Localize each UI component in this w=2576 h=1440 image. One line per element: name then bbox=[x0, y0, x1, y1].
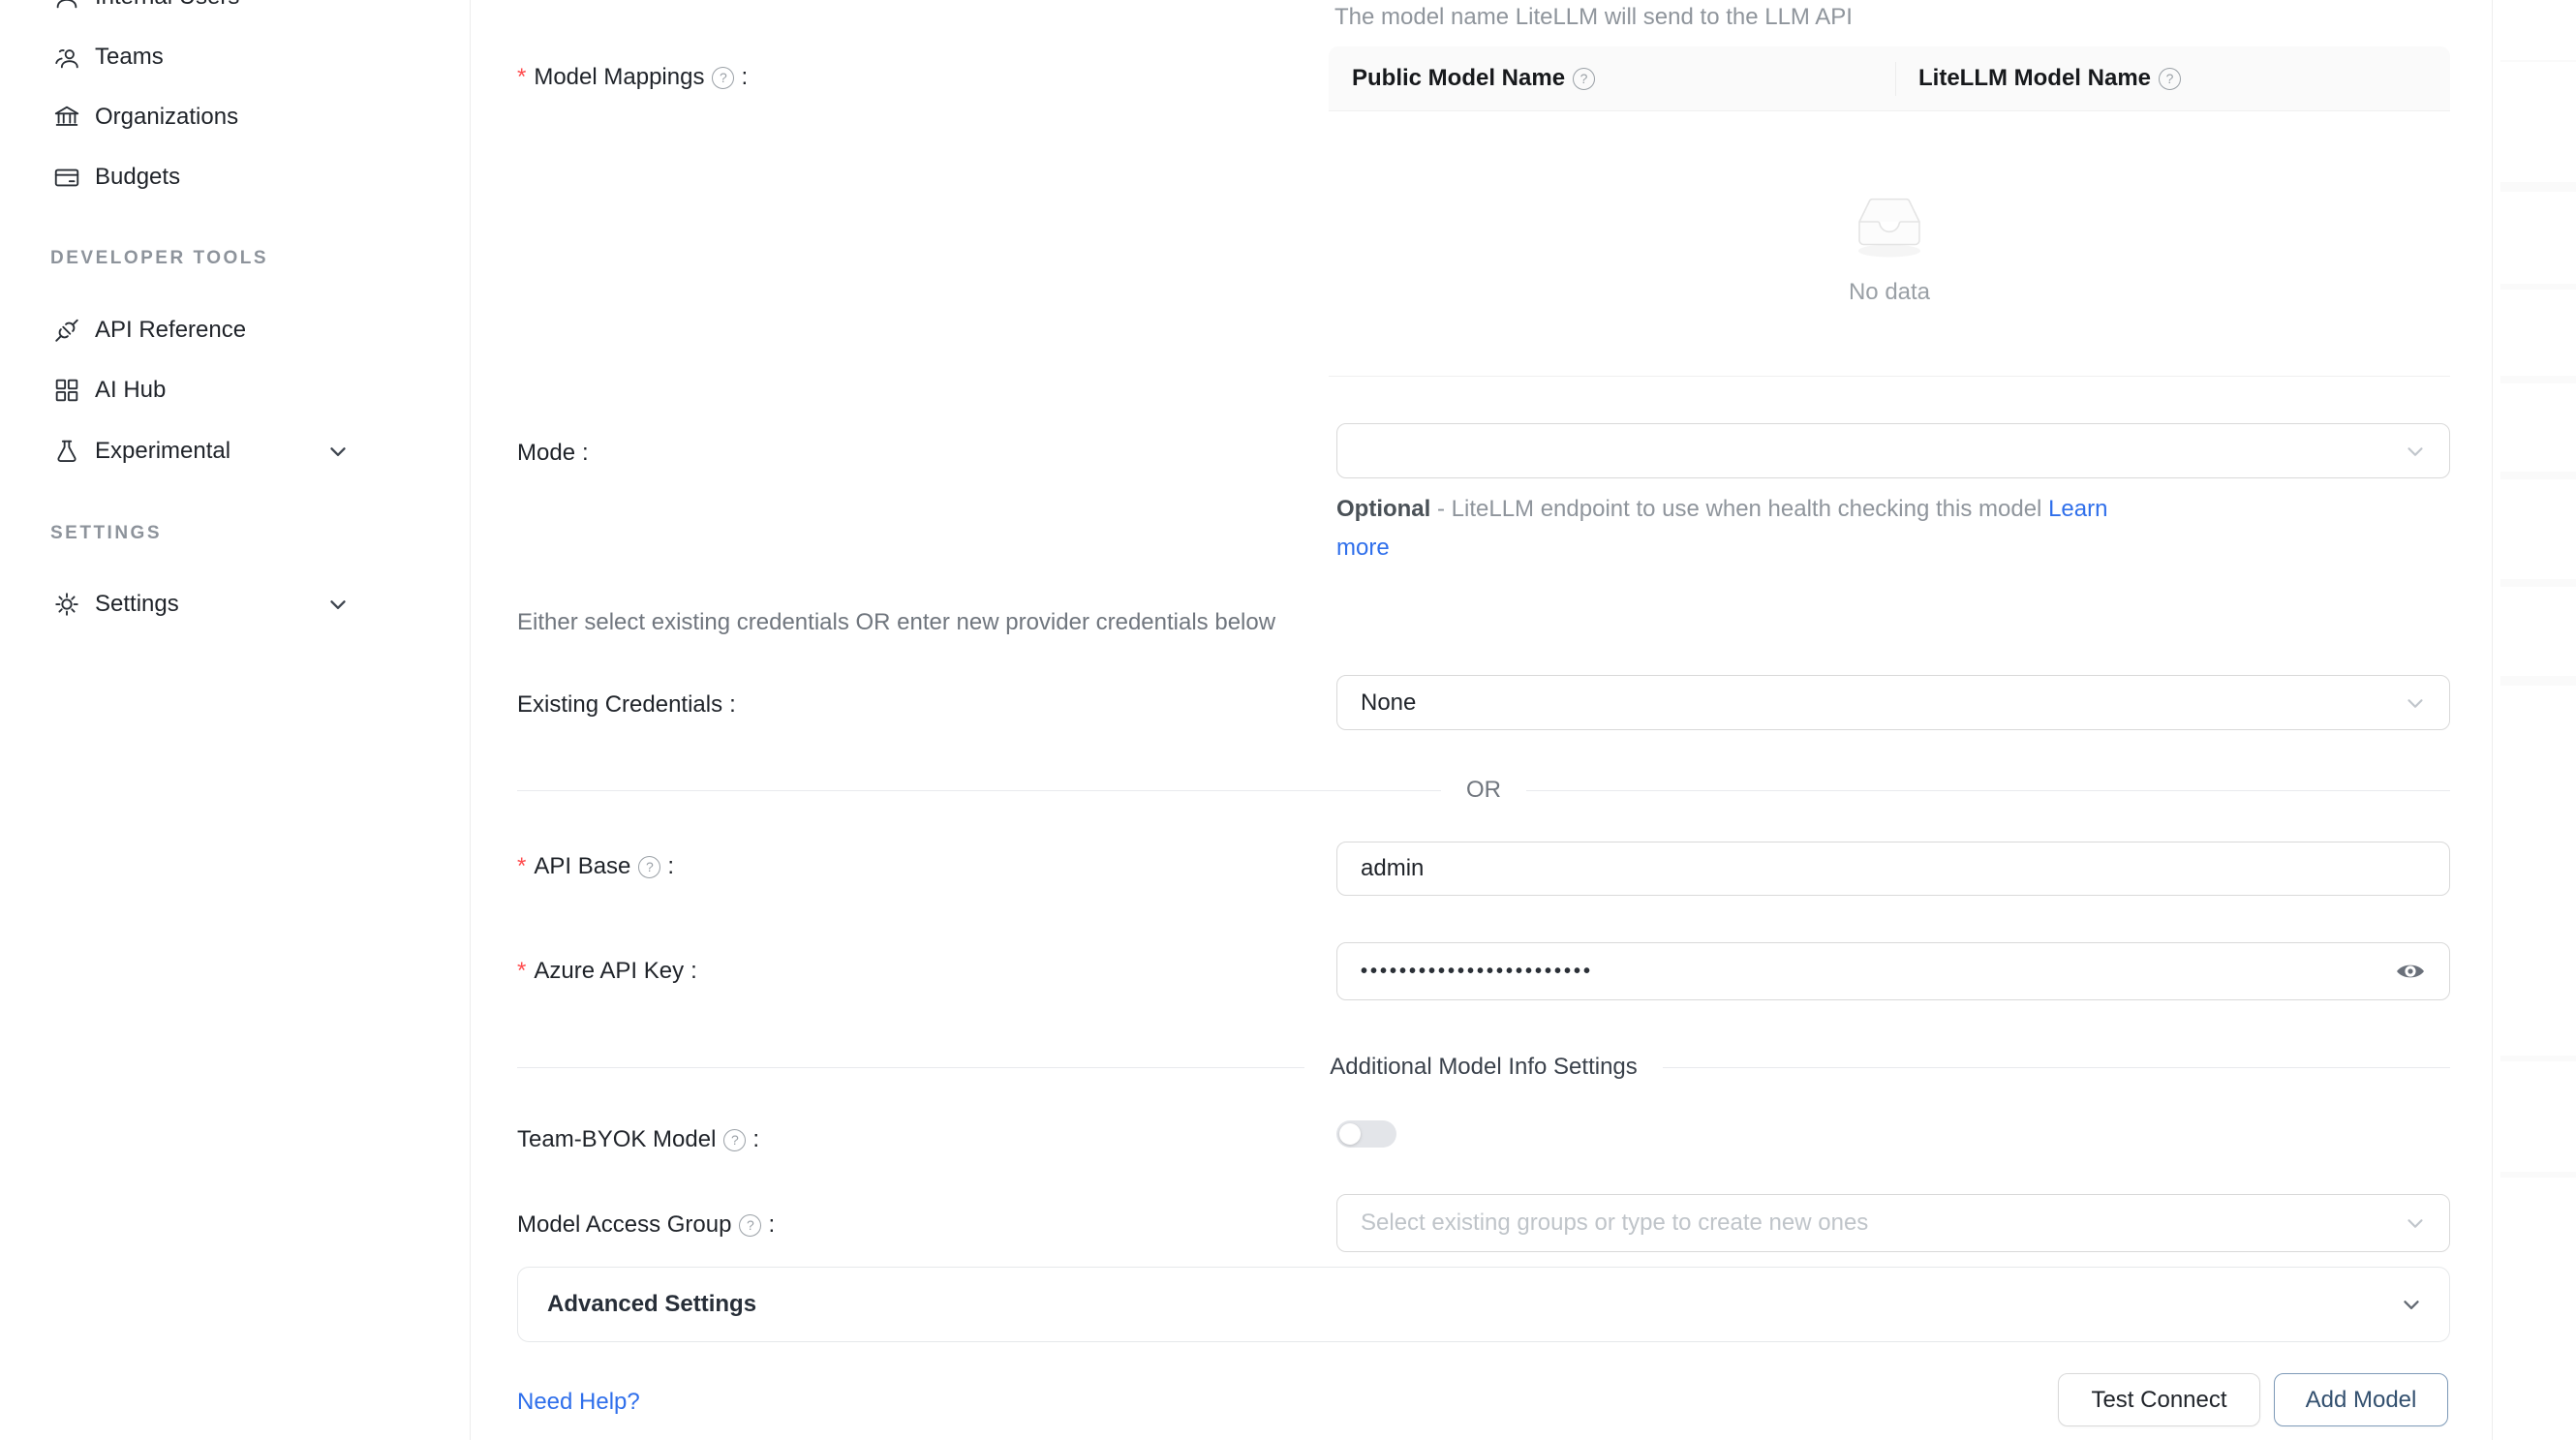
sidebar-item-label: Experimental bbox=[95, 438, 230, 465]
credit-card-icon bbox=[50, 161, 83, 194]
question-circle-icon[interactable]: ? bbox=[1573, 68, 1595, 90]
need-help-link[interactable]: Need Help? bbox=[517, 1389, 640, 1416]
sidebar-item-api-reference[interactable]: API Reference bbox=[0, 300, 471, 360]
bank-icon bbox=[50, 101, 83, 134]
sidebar-item-label: Budgets bbox=[95, 164, 180, 191]
table-header-public-model-name: Public Model Name ? bbox=[1329, 46, 1895, 110]
sidebar-item-organizations[interactable]: Organizations bbox=[0, 87, 471, 147]
learn-more-link[interactable]: more bbox=[1336, 535, 1390, 561]
required-asterisk: * bbox=[517, 958, 526, 985]
model-name-helper-text: The model name LiteLLM will send to the … bbox=[1334, 4, 1853, 31]
required-asterisk: * bbox=[517, 853, 526, 880]
mode-label: Mode : bbox=[517, 438, 589, 469]
required-asterisk: * bbox=[517, 64, 526, 91]
eye-icon[interactable] bbox=[2395, 959, 2428, 984]
azure-api-key-label: * Azure API Key : bbox=[517, 956, 697, 987]
chevron-down-icon bbox=[325, 439, 351, 464]
model-access-group-placeholder: Select existing groups or type to create… bbox=[1361, 1210, 1868, 1237]
or-divider: OR bbox=[517, 778, 2450, 803]
model-access-group-label: Model Access Group ? : bbox=[517, 1210, 775, 1241]
sidebar-section-settings: SETTINGS bbox=[50, 519, 162, 548]
existing-credentials-label: Existing Credentials : bbox=[517, 689, 736, 720]
or-divider-text: OR bbox=[1466, 777, 1501, 804]
chevron-down-icon bbox=[2403, 439, 2428, 464]
gear-icon bbox=[50, 588, 83, 621]
table-header-row: Public Model Name ? LiteLLM Model Name ? bbox=[1329, 46, 2450, 111]
question-circle-icon[interactable]: ? bbox=[2159, 68, 2181, 90]
chevron-down-icon bbox=[2403, 690, 2428, 716]
mode-helper-line2: more bbox=[1336, 535, 1390, 562]
page-right-gutter bbox=[2492, 0, 2576, 1440]
additional-model-info-divider-text: Additional Model Info Settings bbox=[1330, 1054, 1638, 1081]
learn-more-link[interactable]: Learn bbox=[2048, 496, 2107, 522]
empty-state-text: No data bbox=[1849, 279, 1930, 306]
sidebar-item-label: Internal Users bbox=[95, 0, 239, 11]
sidebar-item-label: Organizations bbox=[95, 104, 238, 131]
sidebar-item-experimental[interactable]: Experimental bbox=[0, 421, 471, 481]
add-model-page: Internal Users Teams Organizations Budge… bbox=[0, 0, 2576, 1440]
table-empty-state: No data bbox=[1329, 111, 2450, 377]
existing-credentials-select[interactable]: None bbox=[1336, 675, 2450, 730]
teams-icon bbox=[50, 41, 83, 74]
model-access-group-select[interactable]: Select existing groups or type to create… bbox=[1336, 1194, 2450, 1252]
advanced-settings-title: Advanced Settings bbox=[547, 1291, 756, 1318]
sidebar-section-developer-tools: DEVELOPER TOOLS bbox=[50, 244, 268, 273]
test-connect-button[interactable]: Test Connect bbox=[2058, 1373, 2260, 1426]
sidebar-item-settings[interactable]: Settings bbox=[0, 574, 471, 634]
sidebar-item-label: API Reference bbox=[95, 317, 246, 344]
chevron-down-icon bbox=[2403, 1210, 2428, 1236]
sidebar-item-teams[interactable]: Teams bbox=[0, 27, 471, 87]
credentials-instruction-text: Either select existing credentials OR en… bbox=[517, 609, 1275, 636]
existing-credentials-value: None bbox=[1361, 689, 1416, 717]
sidebar-item-internal-users[interactable]: Internal Users bbox=[0, 0, 471, 27]
sidebar-item-label: AI Hub bbox=[95, 377, 166, 404]
chevron-down-icon bbox=[2399, 1292, 2424, 1317]
api-base-value: admin bbox=[1361, 855, 1424, 882]
masked-api-key-value: •••••••••••••••••••••••• bbox=[1361, 961, 1593, 983]
sidebar-item-label: Teams bbox=[95, 44, 164, 71]
chevron-down-icon bbox=[325, 592, 351, 617]
api-base-input[interactable]: admin bbox=[1336, 842, 2450, 896]
question-circle-icon[interactable]: ? bbox=[712, 67, 734, 89]
user-icon bbox=[50, 0, 83, 14]
grid-icon bbox=[50, 374, 83, 407]
column-divider bbox=[1895, 62, 1896, 96]
empty-inbox-icon bbox=[1843, 185, 1936, 265]
question-circle-icon[interactable]: ? bbox=[638, 856, 660, 878]
azure-api-key-input[interactable]: •••••••••••••••••••••••• bbox=[1336, 942, 2450, 1000]
sidebar-item-budgets[interactable]: Budgets bbox=[0, 147, 471, 207]
team-byok-toggle[interactable] bbox=[1336, 1120, 1396, 1148]
sidebar-item-ai-hub[interactable]: AI Hub bbox=[0, 360, 471, 420]
question-circle-icon[interactable]: ? bbox=[739, 1214, 761, 1237]
additional-model-info-divider: Additional Model Info Settings bbox=[517, 1053, 2450, 1082]
sidebar: Internal Users Teams Organizations Budge… bbox=[0, 0, 471, 1440]
mode-select[interactable] bbox=[1336, 423, 2450, 478]
toggle-knob bbox=[1339, 1123, 1361, 1145]
team-byok-label: Team-BYOK Model ? : bbox=[517, 1124, 759, 1155]
flask-icon bbox=[50, 435, 83, 468]
sidebar-item-label: Settings bbox=[95, 591, 179, 618]
model-mappings-label: * Model Mappings ? : bbox=[517, 62, 748, 93]
api-plug-icon bbox=[50, 314, 83, 347]
advanced-settings-panel[interactable]: Advanced Settings bbox=[517, 1267, 2450, 1342]
add-model-button[interactable]: Add Model bbox=[2274, 1373, 2448, 1426]
question-circle-icon[interactable]: ? bbox=[723, 1129, 746, 1151]
mode-helper-line1: Optional - LiteLLM endpoint to use when … bbox=[1336, 496, 2107, 523]
model-mappings-table: Public Model Name ? LiteLLM Model Name ?… bbox=[1329, 46, 2450, 377]
table-header-litellm-model-name: LiteLLM Model Name ? bbox=[1895, 46, 2450, 110]
api-base-label: * API Base ? : bbox=[517, 851, 674, 882]
